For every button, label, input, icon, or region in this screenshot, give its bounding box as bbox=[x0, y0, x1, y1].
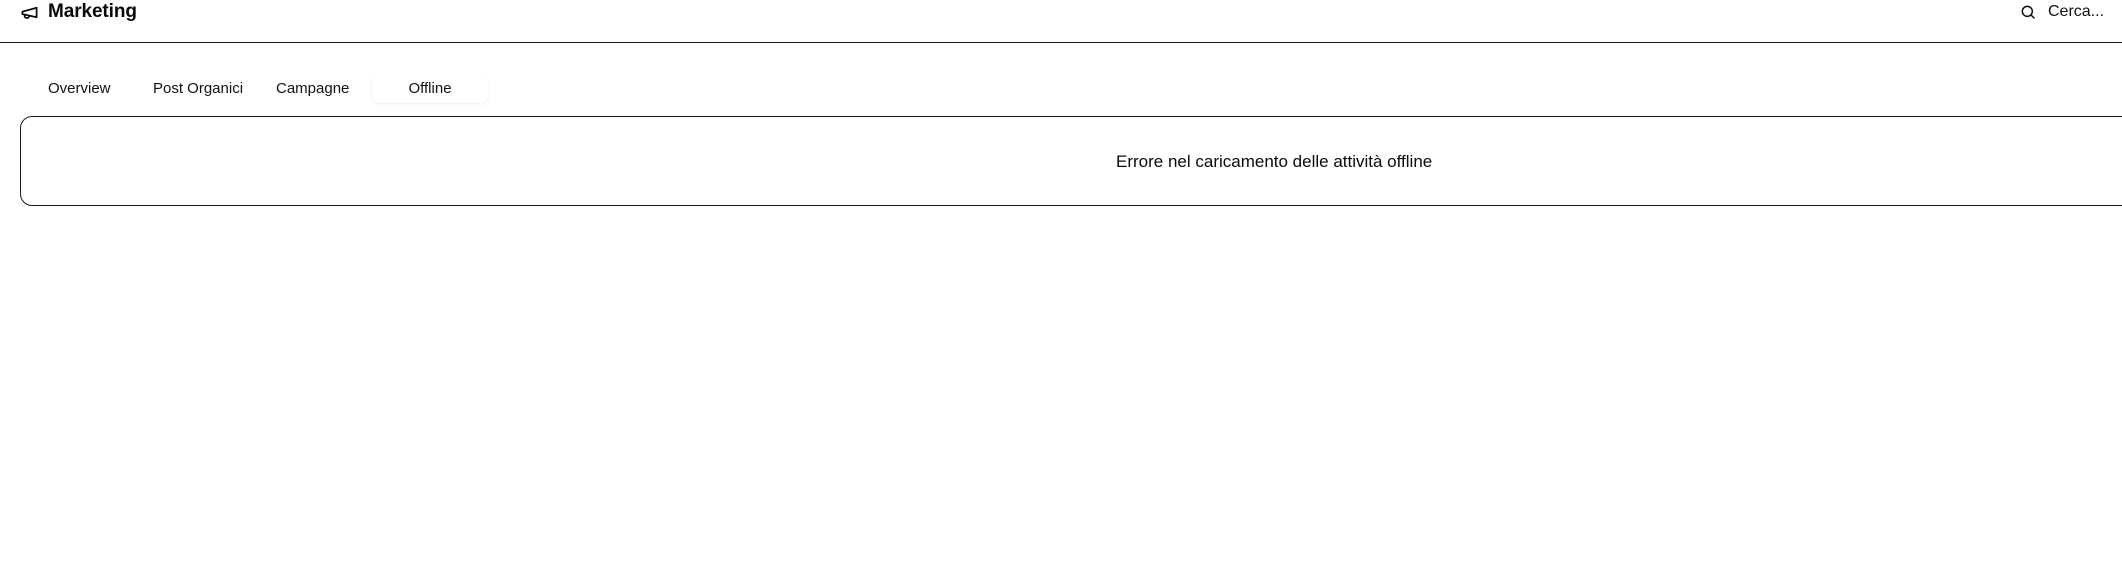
search-bar[interactable]: Cerca... bbox=[2020, 1, 2104, 23]
tab-campagne[interactable]: Campagne bbox=[254, 73, 368, 103]
tab-post-organici[interactable]: Post Organici bbox=[133, 73, 254, 103]
error-card: Errore nel caricamento delle attività of… bbox=[20, 116, 2122, 206]
tab-overview[interactable]: Overview bbox=[28, 73, 133, 103]
brand: Marketing bbox=[20, 0, 137, 24]
search-input[interactable]: Cerca... bbox=[2048, 3, 2104, 21]
tab-bar: Overview Post Organici Campagne Offline bbox=[28, 73, 488, 103]
tab-offline[interactable]: Offline bbox=[372, 73, 488, 103]
megaphone-icon bbox=[20, 3, 39, 22]
error-message: Errore nel caricamento delle attività of… bbox=[1116, 152, 1433, 171]
top-header: Marketing Cerca... bbox=[0, 0, 2122, 43]
search-icon bbox=[2020, 4, 2036, 20]
page-title: Marketing bbox=[48, 1, 137, 22]
